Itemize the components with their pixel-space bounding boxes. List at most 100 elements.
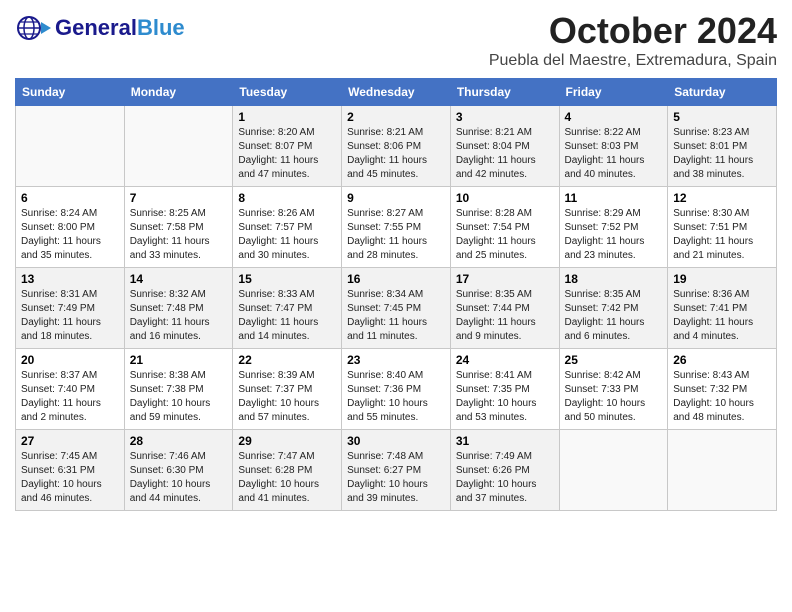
day-number: 12 [673, 191, 771, 205]
day-number: 9 [347, 191, 445, 205]
day-info: Sunrise: 8:20 AM Sunset: 8:07 PM Dayligh… [238, 126, 336, 182]
calendar-cell: 3 Sunrise: 8:21 AM Sunset: 8:04 PM Daylig… [450, 106, 559, 187]
day-info: Sunrise: 8:25 AM Sunset: 7:58 PM Dayligh… [130, 207, 228, 263]
col-tuesday: Tuesday [233, 79, 342, 106]
calendar-week-4: 20Sunrise: 8:37 AM Sunset: 7:40 PM Dayli… [16, 349, 777, 430]
day-info: Sunrise: 8:26 AM Sunset: 7:57 PM Dayligh… [238, 207, 336, 263]
calendar-cell: 30 Sunrise: 7:48 AM Sunset: 6:27 PM Dayli… [342, 430, 451, 511]
calendar-header: Sunday Monday Tuesday Wednesday Thursday… [16, 79, 777, 106]
day-info: Sunrise: 8:35 AM Sunset: 7:42 PM Dayligh… [565, 288, 663, 344]
day-info: Sunrise: 8:34 AM Sunset: 7:45 PM Dayligh… [347, 288, 445, 344]
calendar-cell: 7Sunrise: 8:25 AM Sunset: 7:58 PM Daylig… [124, 187, 233, 268]
day-info: Sunrise: 8:43 AM Sunset: 7:32 PM Dayligh… [673, 369, 771, 425]
day-number: 30 [347, 434, 445, 448]
day-info: Sunrise: 8:33 AM Sunset: 7:47 PM Dayligh… [238, 288, 336, 344]
calendar-cell [16, 106, 125, 187]
calendar-cell: 4Sunrise: 8:22 AM Sunset: 8:03 PM Daylig… [559, 106, 668, 187]
calendar-week-2: 6 Sunrise: 8:24 AM Sunset: 8:00 PM Daylig… [16, 187, 777, 268]
day-info: Sunrise: 7:45 AM Sunset: 6:31 PM Dayligh… [21, 450, 119, 506]
day-number: 21 [130, 353, 228, 367]
day-number: 18 [565, 272, 663, 286]
col-wednesday: Wednesday [342, 79, 451, 106]
calendar-cell: 26 Sunrise: 8:43 AM Sunset: 7:32 PM Dayli… [668, 349, 777, 430]
day-info: Sunrise: 8:27 AM Sunset: 7:55 PM Dayligh… [347, 207, 445, 263]
header-row: Sunday Monday Tuesday Wednesday Thursday… [16, 79, 777, 106]
day-number: 29 [238, 434, 336, 448]
calendar-cell: 5 Sunrise: 8:23 AM Sunset: 8:01 PM Daylig… [668, 106, 777, 187]
col-friday: Friday [559, 79, 668, 106]
day-number: 22 [238, 353, 336, 367]
calendar-cell: 15 Sunrise: 8:33 AM Sunset: 7:47 PM Dayli… [233, 268, 342, 349]
day-number: 27 [21, 434, 119, 448]
calendar-cell: 6 Sunrise: 8:24 AM Sunset: 8:00 PM Daylig… [16, 187, 125, 268]
calendar-cell: 24Sunrise: 8:41 AM Sunset: 7:35 PM Dayli… [450, 349, 559, 430]
day-info: Sunrise: 8:28 AM Sunset: 7:54 PM Dayligh… [456, 207, 554, 263]
calendar-cell: 29Sunrise: 7:47 AM Sunset: 6:28 PM Dayli… [233, 430, 342, 511]
day-number: 28 [130, 434, 228, 448]
calendar-cell: 31 Sunrise: 7:49 AM Sunset: 6:26 PM Dayli… [450, 430, 559, 511]
day-info: Sunrise: 8:29 AM Sunset: 7:52 PM Dayligh… [565, 207, 663, 263]
day-number: 2 [347, 110, 445, 124]
calendar-cell: 2 Sunrise: 8:21 AM Sunset: 8:06 PM Daylig… [342, 106, 451, 187]
calendar-cell: 20Sunrise: 8:37 AM Sunset: 7:40 PM Dayli… [16, 349, 125, 430]
calendar-cell: 11 Sunrise: 8:29 AM Sunset: 7:52 PM Dayli… [559, 187, 668, 268]
day-number: 16 [347, 272, 445, 286]
logo: GeneralBlue [15, 10, 185, 46]
day-number: 19 [673, 272, 771, 286]
calendar-cell: 19 Sunrise: 8:36 AM Sunset: 7:41 PM Dayli… [668, 268, 777, 349]
day-info: Sunrise: 7:46 AM Sunset: 6:30 PM Dayligh… [130, 450, 228, 506]
calendar-cell: 16 Sunrise: 8:34 AM Sunset: 7:45 PM Dayli… [342, 268, 451, 349]
calendar-cell: 27 Sunrise: 7:45 AM Sunset: 6:31 PM Dayli… [16, 430, 125, 511]
location: Puebla del Maestre, Extremadura, Spain [489, 52, 777, 70]
calendar-cell: 25Sunrise: 8:42 AM Sunset: 7:33 PM Dayli… [559, 349, 668, 430]
calendar-cell [559, 430, 668, 511]
day-number: 11 [565, 191, 663, 205]
day-info: Sunrise: 8:21 AM Sunset: 8:04 PM Dayligh… [456, 126, 554, 182]
calendar-cell: 13 Sunrise: 8:31 AM Sunset: 7:49 PM Dayli… [16, 268, 125, 349]
day-info: Sunrise: 8:36 AM Sunset: 7:41 PM Dayligh… [673, 288, 771, 344]
day-number: 3 [456, 110, 554, 124]
day-info: Sunrise: 8:32 AM Sunset: 7:48 PM Dayligh… [130, 288, 228, 344]
day-info: Sunrise: 8:30 AM Sunset: 7:51 PM Dayligh… [673, 207, 771, 263]
calendar-cell: 9 Sunrise: 8:27 AM Sunset: 7:55 PM Daylig… [342, 187, 451, 268]
day-info: Sunrise: 8:21 AM Sunset: 8:06 PM Dayligh… [347, 126, 445, 182]
calendar-cell: 18 Sunrise: 8:35 AM Sunset: 7:42 PM Dayli… [559, 268, 668, 349]
day-info: Sunrise: 8:41 AM Sunset: 7:35 PM Dayligh… [456, 369, 554, 425]
day-number: 5 [673, 110, 771, 124]
calendar-cell: 8 Sunrise: 8:26 AM Sunset: 7:57 PM Daylig… [233, 187, 342, 268]
month-year: October 2024 [489, 10, 777, 52]
calendar-cell: 22 Sunrise: 8:39 AM Sunset: 7:37 PM Dayli… [233, 349, 342, 430]
col-saturday: Saturday [668, 79, 777, 106]
day-info: Sunrise: 8:22 AM Sunset: 8:03 PM Dayligh… [565, 126, 663, 182]
calendar-cell [124, 106, 233, 187]
day-info: Sunrise: 8:24 AM Sunset: 8:00 PM Dayligh… [21, 207, 119, 263]
day-info: Sunrise: 8:23 AM Sunset: 8:01 PM Dayligh… [673, 126, 771, 182]
day-number: 26 [673, 353, 771, 367]
calendar-cell: 28 Sunrise: 7:46 AM Sunset: 6:30 PM Dayli… [124, 430, 233, 511]
day-number: 13 [21, 272, 119, 286]
logo-icon [15, 10, 51, 46]
day-number: 23 [347, 353, 445, 367]
col-monday: Monday [124, 79, 233, 106]
calendar-cell: 23Sunrise: 8:40 AM Sunset: 7:36 PM Dayli… [342, 349, 451, 430]
day-info: Sunrise: 7:49 AM Sunset: 6:26 PM Dayligh… [456, 450, 554, 506]
day-info: Sunrise: 8:31 AM Sunset: 7:49 PM Dayligh… [21, 288, 119, 344]
calendar-week-1: 1 Sunrise: 8:20 AM Sunset: 8:07 PM Daylig… [16, 106, 777, 187]
day-info: Sunrise: 7:48 AM Sunset: 6:27 PM Dayligh… [347, 450, 445, 506]
title-block: October 2024 Puebla del Maestre, Extrema… [489, 10, 777, 70]
day-number: 1 [238, 110, 336, 124]
day-number: 15 [238, 272, 336, 286]
calendar-cell: 17Sunrise: 8:35 AM Sunset: 7:44 PM Dayli… [450, 268, 559, 349]
day-number: 6 [21, 191, 119, 205]
header: GeneralBlue October 2024 Puebla del Maes… [15, 10, 777, 70]
calendar-week-3: 13 Sunrise: 8:31 AM Sunset: 7:49 PM Dayli… [16, 268, 777, 349]
calendar-cell: 12 Sunrise: 8:30 AM Sunset: 7:51 PM Dayli… [668, 187, 777, 268]
day-number: 14 [130, 272, 228, 286]
day-number: 10 [456, 191, 554, 205]
day-number: 31 [456, 434, 554, 448]
calendar-table: Sunday Monday Tuesday Wednesday Thursday… [15, 78, 777, 511]
calendar-cell: 10 Sunrise: 8:28 AM Sunset: 7:54 PM Dayli… [450, 187, 559, 268]
day-info: Sunrise: 8:39 AM Sunset: 7:37 PM Dayligh… [238, 369, 336, 425]
col-thursday: Thursday [450, 79, 559, 106]
day-number: 8 [238, 191, 336, 205]
